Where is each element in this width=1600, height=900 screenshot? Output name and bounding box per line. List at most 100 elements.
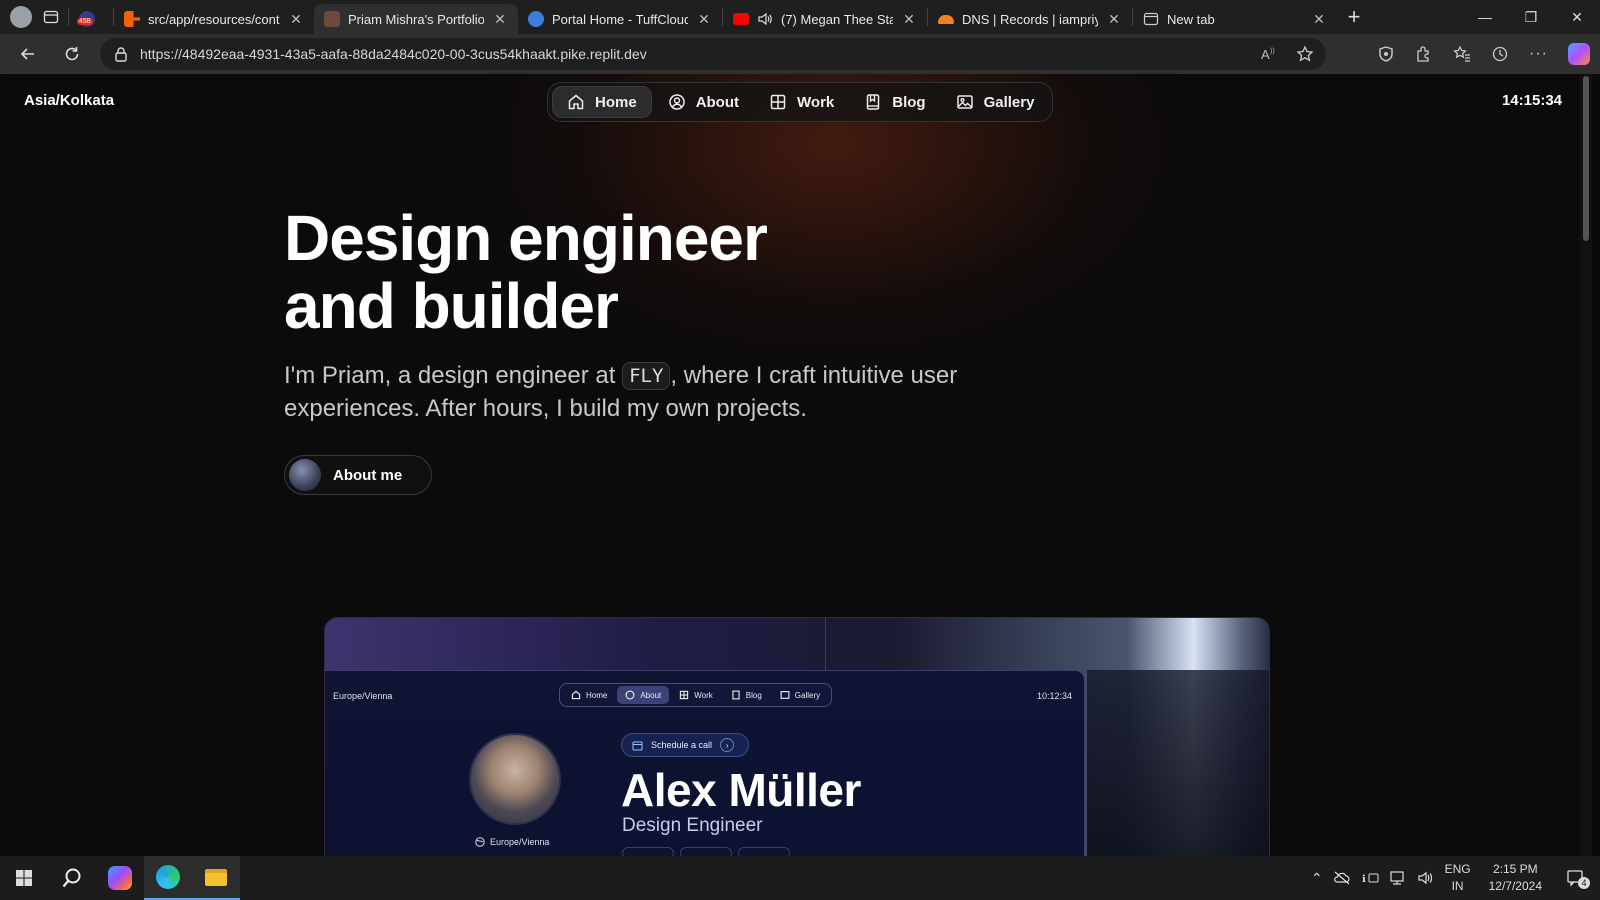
more-options-icon[interactable]: ···: [1529, 45, 1548, 63]
hero-title: Design engineer and builder: [284, 204, 984, 340]
youtube-favicon-icon: [733, 13, 749, 25]
close-window-button[interactable]: ✕: [1554, 0, 1600, 34]
profile-avatar-icon: [10, 6, 32, 28]
grid-icon: [680, 690, 689, 700]
system-tray: ⌃ ℹ ENG IN 2:15 PM 12/7/2024 4: [1311, 856, 1600, 900]
tab-close-icon[interactable]: ✕: [288, 11, 304, 28]
speaker-icon[interactable]: [757, 11, 773, 27]
nav-home[interactable]: Home: [552, 86, 652, 118]
tab-title: (7) Megan Thee Stallion: [781, 11, 893, 27]
preview-nav: Home About Work Blog Gallery: [559, 683, 833, 707]
lock-icon[interactable]: [114, 46, 128, 62]
taskbar-time: 2:15 PM: [1492, 862, 1538, 876]
notification-button[interactable]: 4: [1566, 869, 1590, 889]
tab-title: Priam Mishra's Portfolio: [348, 11, 484, 27]
minimize-button[interactable]: —: [1462, 0, 1508, 34]
tab-badge: 458: [77, 18, 93, 25]
chevron-up-icon[interactable]: ⌃: [1311, 870, 1323, 887]
edge-icon: [156, 865, 180, 889]
back-button[interactable]: [8, 34, 48, 74]
svg-text:A: A: [1261, 47, 1270, 62]
nav-about[interactable]: About: [654, 86, 753, 118]
tab-cloudflare[interactable]: DNS | Records | iampriyam. ✕: [928, 4, 1132, 34]
url-field[interactable]: https://48492eaa-4931-43a5-aafa-88da2484…: [100, 38, 1326, 70]
network-icon[interactable]: [1389, 870, 1407, 886]
language-indicator[interactable]: ENG IN: [1445, 861, 1471, 895]
preview-page: Europe/Vienna Home About Work Blog Galle…: [325, 670, 1085, 856]
edge-taskbar-button[interactable]: [144, 856, 192, 900]
taskbar: ⌃ ℹ ENG IN 2:15 PM 12/7/2024 4: [0, 856, 1600, 900]
extensions-icon[interactable]: [1415, 45, 1433, 63]
read-aloud-icon[interactable]: A)): [1260, 45, 1278, 63]
taskbar-clock[interactable]: 2:15 PM 12/7/2024: [1489, 861, 1542, 895]
tab-close-icon[interactable]: ✕: [696, 11, 712, 28]
preview-nav-home: Home: [563, 686, 615, 704]
preview-chip: [738, 847, 790, 856]
avatar: [289, 459, 321, 491]
tab-pinned[interactable]: 458: [69, 4, 113, 34]
search-icon: [62, 868, 81, 888]
input-method-icon[interactable]: ℹ: [1361, 870, 1379, 886]
portfolio-preview-image: Europe/Vienna Home About Work Blog Galle…: [324, 617, 1270, 856]
tab-youtube[interactable]: (7) Megan Thee Stallion ✕: [723, 4, 927, 34]
tab-portfolio[interactable]: Priam Mishra's Portfolio ✕: [314, 4, 518, 34]
profile-photo: [469, 733, 561, 825]
nav-blog[interactable]: Blog: [850, 86, 939, 118]
volume-icon[interactable]: [1417, 870, 1435, 886]
nav-home-label: Home: [595, 93, 637, 111]
restore-button[interactable]: ❐: [1508, 0, 1554, 34]
clock-label: 14:15:34: [1501, 92, 1562, 109]
profile-button[interactable]: [0, 0, 34, 34]
calendar-icon: [632, 741, 643, 750]
about-me-button[interactable]: About me: [284, 455, 432, 495]
lang-line1: ENG: [1444, 862, 1471, 876]
reload-button[interactable]: [52, 34, 92, 74]
history-icon[interactable]: [1491, 45, 1509, 63]
chevron-right-icon: ›: [720, 738, 735, 752]
copilot-taskbar-button[interactable]: [96, 856, 144, 900]
main-nav: Home About Work Blog Gallery: [547, 82, 1054, 122]
page-scrollbar[interactable]: [1580, 74, 1592, 856]
cloud-off-icon[interactable]: [1333, 870, 1351, 886]
replit-favicon-icon: [124, 11, 140, 27]
file-explorer-button[interactable]: [192, 856, 240, 900]
start-button[interactable]: [0, 856, 48, 900]
reload-icon: [65, 47, 79, 61]
copilot-icon[interactable]: [1568, 43, 1590, 65]
preview-timezone: Europe/Vienna: [333, 691, 393, 701]
svg-text:)): )): [1270, 48, 1275, 55]
tab-close-icon[interactable]: ✕: [1311, 11, 1327, 28]
windows-icon: [16, 870, 32, 886]
folder-icon: [205, 868, 227, 886]
preview-nav-label: About: [640, 690, 662, 700]
favorite-star-icon[interactable]: [1296, 45, 1314, 63]
company-chip: FLY: [622, 362, 671, 390]
preview-nav-label: Home: [586, 690, 608, 700]
tab-close-icon[interactable]: ✕: [1106, 11, 1122, 28]
nav-gallery[interactable]: Gallery: [942, 86, 1049, 118]
url-text[interactable]: https://48492eaa-4931-43a5-aafa-88da2484…: [140, 46, 647, 62]
tab-title: New tab: [1167, 11, 1215, 27]
tab-close-icon[interactable]: ✕: [901, 11, 917, 28]
tab-tuffcloud[interactable]: Portal Home - TuffCloud ✕: [518, 4, 722, 34]
nav-work[interactable]: Work: [755, 86, 848, 118]
image-icon: [956, 95, 973, 109]
new-tab-button[interactable]: +: [1337, 0, 1371, 34]
preview-nav-label: Blog: [745, 690, 762, 700]
globe-icon: [475, 837, 485, 847]
about-me-label: About me: [333, 466, 403, 484]
tab-close-icon[interactable]: ✕: [492, 11, 508, 28]
preview-divider: [825, 618, 826, 670]
window-controls: — ❐ ✕: [1462, 0, 1600, 34]
book-icon: [867, 94, 880, 110]
preview-chip: [622, 847, 674, 856]
tab-newtab[interactable]: New tab ✕: [1133, 4, 1337, 34]
search-button[interactable]: [48, 856, 96, 900]
preview-chip: [680, 847, 732, 856]
shield-extension-icon[interactable]: [1377, 45, 1395, 63]
scrollbar-thumb[interactable]: [1583, 76, 1589, 241]
tab-actions-button[interactable]: [34, 0, 68, 34]
tab-replit[interactable]: src/app/resources/content- ✕: [114, 4, 314, 34]
tab-bar: 458 src/app/resources/content- ✕ Priam M…: [0, 0, 1600, 34]
favorites-icon[interactable]: [1453, 45, 1471, 63]
